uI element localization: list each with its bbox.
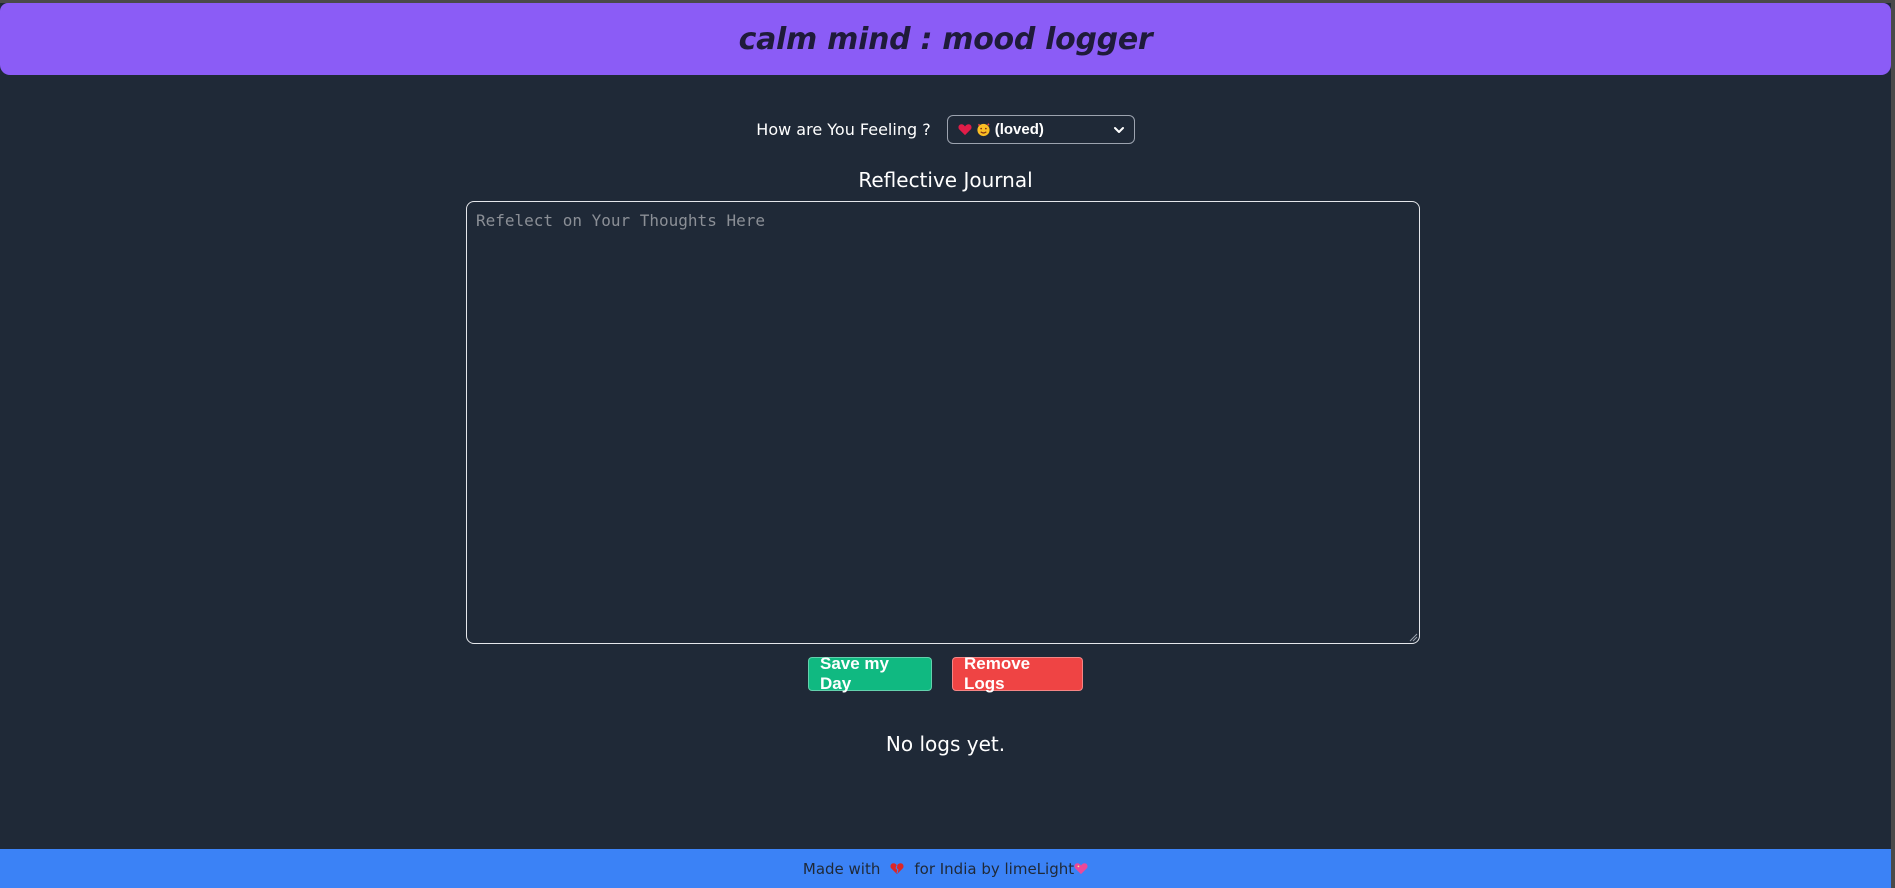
app-window: calm mind : mood logger How are You Feel…: [0, 3, 1891, 888]
chevron-down-icon: [1113, 126, 1124, 133]
footer: Made with for India by limeLight: [0, 849, 1891, 888]
action-buttons: Save my Day Remove Logs: [0, 654, 1891, 693]
journal-textarea[interactable]: [466, 201, 1420, 644]
page-title: calm mind : mood logger: [738, 21, 1153, 57]
mood-selected-label: (loved): [994, 121, 1044, 138]
resize-handle-icon[interactable]: [1409, 633, 1418, 642]
empty-logs-message: No logs yet.: [885, 732, 1006, 756]
heart-icon: [958, 124, 972, 136]
journal-heading: Reflective Journal: [858, 168, 1033, 192]
mood-select[interactable]: (loved): [946, 115, 1135, 144]
broken-heart-icon: [890, 863, 904, 875]
app-header: calm mind : mood logger: [0, 3, 1891, 75]
sparkling-heart-icon: [1074, 863, 1088, 875]
footer-credit: for India by limeLight: [914, 859, 1075, 878]
footer-made-with: Made with: [802, 859, 881, 878]
smiling-face-with-hearts-icon: [977, 123, 990, 137]
remove-logs-button[interactable]: Remove Logs: [952, 654, 1083, 693]
mood-row: How are You Feeling ? (loved): [0, 115, 1891, 144]
mood-selected-value: (loved): [958, 121, 1044, 138]
save-my-day-button[interactable]: Save my Day: [808, 654, 932, 693]
mood-label: How are You Feeling ?: [756, 120, 931, 139]
